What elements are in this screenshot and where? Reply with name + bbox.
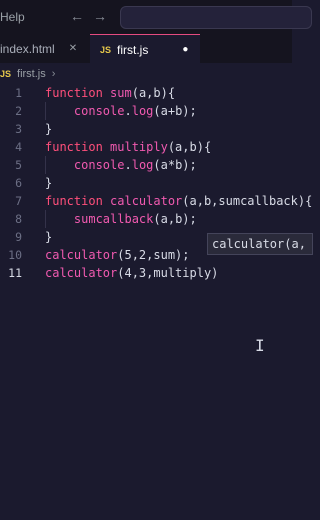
line-number: 5 [15,158,22,172]
menu-help[interactable]: Help [0,10,25,24]
tab-label: first.js [117,42,149,57]
code-text: calculator(5,2,sum); [45,248,190,262]
line-number: 2 [15,104,22,118]
line-number: 7 [15,194,22,208]
code-line[interactable]: 11 calculator(4,3,multiply) [0,264,292,282]
line-number: 6 [15,176,22,190]
code-text: function multiply(a,b){ [45,140,212,154]
tab-bar: index.html ✕ JS first.js ● [0,34,292,64]
line-number: 11 [8,266,22,280]
indent-guide [45,102,46,120]
code-line[interactable]: 2 console.log(a+b); [0,102,292,120]
code-text: calculator(4,3,multiply) [45,266,219,280]
forward-arrow-icon[interactable]: → [93,8,107,24]
code-text: } [45,230,53,244]
title-bar: Help ← → [0,0,312,34]
indent-guide [45,156,46,174]
breadcrumb-file[interactable]: first.js [17,68,46,80]
line-number: 10 [8,248,22,262]
text-cursor-icon: I [255,336,265,355]
code-line[interactable]: 6} [0,174,292,192]
tab-first-js[interactable]: JS first.js ● [90,34,200,64]
tab-index-html[interactable]: index.html ✕ [0,34,90,63]
code-text: function sum(a,b){ [45,86,176,100]
code-text: console.log(a+b); [73,104,197,118]
breadcrumb: JS first.js › [0,66,55,82]
parameter-hint-tooltip: calculator(a, b, sumcallback) [207,233,313,255]
back-arrow-icon[interactable]: ← [70,8,84,24]
js-file-icon: JS [100,44,112,55]
code-text: function calculator(a,b,sumcallback){ [45,194,313,208]
line-number: 1 [15,86,22,100]
close-icon[interactable]: ✕ [69,43,77,54]
line-number: 3 [15,122,22,136]
line-number: 9 [15,230,22,244]
code-line[interactable]: 8 sumcallback(a,b); [0,210,292,228]
js-file-icon: JS [0,69,12,79]
code-line[interactable]: 3} [0,120,292,138]
indent-guide [45,210,46,228]
code-text: console.log(a*b); [73,158,197,172]
code-line[interactable]: 1 function sum(a,b){ [0,84,292,102]
code-text: sumcallback(a,b); [73,212,197,226]
unsaved-dot-icon[interactable]: ● [182,44,188,55]
line-number: 8 [15,212,22,226]
code-line[interactable]: 4 function multiply(a,b){ [0,138,292,156]
line-number: 4 [15,140,22,154]
code-line[interactable]: 7 function calculator(a,b,sumcallback){ [0,192,312,210]
code-text: } [45,122,53,136]
tab-label: index.html [0,41,55,56]
chevron-right-icon: › [51,68,56,80]
command-center-search[interactable] [120,6,312,29]
code-text: } [45,176,53,190]
code-line[interactable]: 5 console.log(a*b); [0,156,292,174]
